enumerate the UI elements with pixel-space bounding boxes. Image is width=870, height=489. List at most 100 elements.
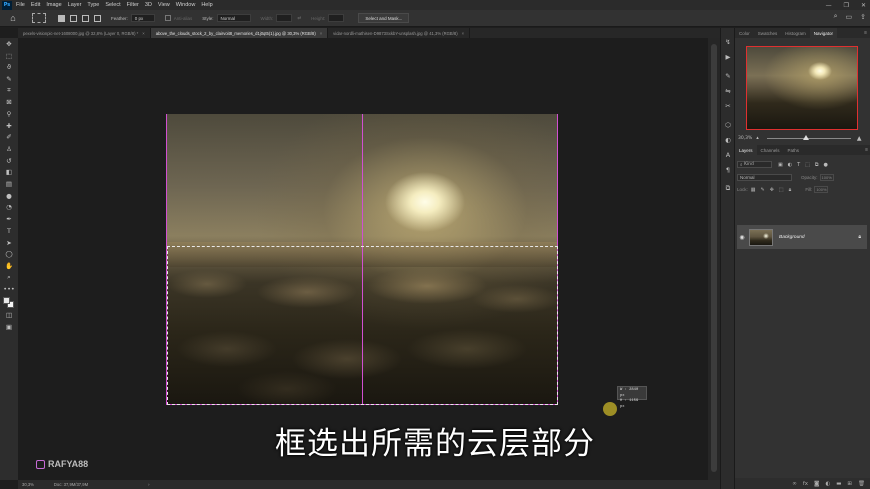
add-selection-icon[interactable] [70,14,77,22]
filter-kind-select[interactable]: ⌕ Kind [737,161,772,168]
hand-tool-icon[interactable]: ✋ [0,260,18,272]
quick-mask-icon[interactable]: ◫ [0,309,18,321]
lock-all-icon[interactable]: 🔒︎ [789,187,792,193]
tab-swatches[interactable]: Swatches [754,28,782,38]
healing-brush-icon[interactable]: ✚ [0,120,18,132]
style-select[interactable]: Normal [216,14,251,22]
brush-settings-icon[interactable]: ✎ [721,68,735,83]
subtract-selection-icon[interactable] [82,14,89,22]
tab-layers[interactable]: Layers [735,145,757,155]
layer-name[interactable]: Background [779,235,805,240]
tab-paths[interactable]: Paths [784,145,804,155]
close-icon[interactable]: × [320,31,322,36]
smart-object-filter-icon[interactable]: ⧉ [815,162,819,168]
menu-type[interactable]: Type [87,2,99,8]
character-icon[interactable]: A [721,147,735,162]
lock-transparent-icon[interactable]: ▦ [751,187,756,193]
paragraph-icon[interactable]: ¶ [721,162,735,177]
adjust-icon[interactable]: ⇋ [721,83,735,98]
clone-stamp-icon[interactable]: ♙ [0,143,18,155]
intersect-selection-icon[interactable] [94,14,101,22]
menu-help[interactable]: Help [201,2,212,8]
type-filter-icon[interactable]: T [797,162,800,168]
tab-navigator[interactable]: Navigator [809,28,838,38]
frame-tool-icon[interactable]: ⊠ [0,96,18,108]
filter-toggle-icon[interactable]: ● [823,162,827,168]
panel-menu-icon[interactable]: ≡ [864,30,867,36]
rect-marquee-preset-icon[interactable] [32,13,46,23]
height-input[interactable] [328,14,345,22]
selection-marquee[interactable] [167,246,558,405]
layer-row-background[interactable]: ◉ Background 🔒︎ [737,225,867,249]
status-menu-icon[interactable]: › [148,482,149,487]
link-layers-icon[interactable]: ∞ [792,481,797,487]
lock-artboard-icon[interactable]: ⬚ [779,187,784,193]
select-and-mask-button[interactable]: Select and Mask... [358,13,410,23]
anti-alias-checkbox[interactable] [164,15,171,21]
quick-select-tool-icon[interactable]: ✎ [0,73,18,85]
feather-input[interactable]: 0 px [130,14,155,22]
close-icon[interactable]: ✕ [861,2,866,9]
pixel-filter-icon[interactable]: ▣ [778,162,783,168]
crop-tool-icon[interactable]: ⌗ [0,85,18,97]
eyedropper-tool-icon[interactable]: ⚲ [0,108,18,120]
history-brush-icon[interactable]: ↺ [0,155,18,167]
restore-icon[interactable]: ❐ [844,2,849,9]
search-icon[interactable]: ⌕ [834,13,838,21]
navigator-view-box[interactable] [746,46,858,130]
scroll-thumb[interactable] [711,44,717,472]
screen-mode-icon[interactable]: ▣ [0,321,18,333]
minimize-icon[interactable]: — [826,2,832,9]
more-tools-icon[interactable]: ••• [0,283,18,295]
zoom-slider-handle[interactable] [802,134,809,140]
menu-3d[interactable]: 3D [145,2,152,8]
menu-filter[interactable]: Filter [127,2,139,8]
tab-histogram[interactable]: Histogram [781,28,810,38]
menu-select[interactable]: Select [105,2,120,8]
opacity-input[interactable]: 100% [819,174,834,181]
layer-lock-icon[interactable]: 🔒︎ [858,234,861,240]
navigator-zoom-value[interactable]: 30,3% [738,136,752,141]
zoom-out-icon[interactable]: ▴ [756,135,759,141]
type-tool-icon[interactable]: T [0,225,18,237]
zoom-tool-icon[interactable]: ⌕ [0,272,18,284]
fill-input[interactable]: 100% [814,186,829,193]
vertical-scrollbar[interactable] [708,38,720,480]
panel-menu-icon[interactable]: ≡ [865,147,868,153]
rect-marquee-tool-icon[interactable]: ⬚ [0,50,18,62]
menu-edit[interactable]: Edit [31,2,40,8]
visibility-eye-icon[interactable]: ◉ [737,234,747,241]
3d-icon[interactable]: ⬡ [721,117,735,132]
blend-mode-select[interactable]: Normal [737,174,792,181]
brush-tool-icon[interactable]: ✐ [0,132,18,144]
status-zoom[interactable]: 30,3% [22,482,34,487]
adjustment-filter-icon[interactable]: ◐ [788,162,792,168]
history-icon[interactable]: ↯ [721,34,735,49]
dodge-tool-icon[interactable]: ◔ [0,202,18,214]
zoom-slider[interactable] [766,134,851,140]
menu-layer[interactable]: Layer [68,2,82,8]
tools-preset-icon[interactable]: ✂ [721,98,735,113]
zoom-in-icon[interactable]: ▲ [857,135,862,142]
layer-style-icon[interactable]: fx [803,481,808,487]
layer-comps-icon[interactable]: ⧉ [721,181,735,196]
path-select-icon[interactable]: ➤ [0,237,18,249]
adjustments-icon[interactable]: ◐ [721,132,735,147]
tab-document-2[interactable]: above_the_clouds_stock_2_by_clairvoit8_m… [150,28,329,38]
share-icon[interactable]: ⇪ [860,13,866,21]
workspace-icon[interactable]: ▭ [846,13,853,21]
eraser-tool-icon[interactable]: ◧ [0,167,18,179]
tab-document-1[interactable]: pexels-visionpic-net-1608000.jpg @ 32,8%… [18,28,151,38]
menu-image[interactable]: Image [46,2,61,8]
close-icon[interactable]: × [462,31,464,36]
lock-pixels-icon[interactable]: ✎ [761,187,765,193]
add-mask-icon[interactable]: ◙ [814,481,819,487]
tab-document-3[interactable]: vidar-nordli-mathisen-D9873SxkbY-unsplas… [328,28,471,38]
delete-layer-icon[interactable]: 🗑︎ [858,481,865,487]
close-icon[interactable]: × [142,31,144,36]
gradient-tool-icon[interactable]: ▤ [0,178,18,190]
shape-tool-icon[interactable]: ◯ [0,248,18,260]
lasso-tool-icon[interactable]: ϑ [0,61,18,73]
width-input[interactable] [276,14,293,22]
menu-view[interactable]: View [158,2,170,8]
